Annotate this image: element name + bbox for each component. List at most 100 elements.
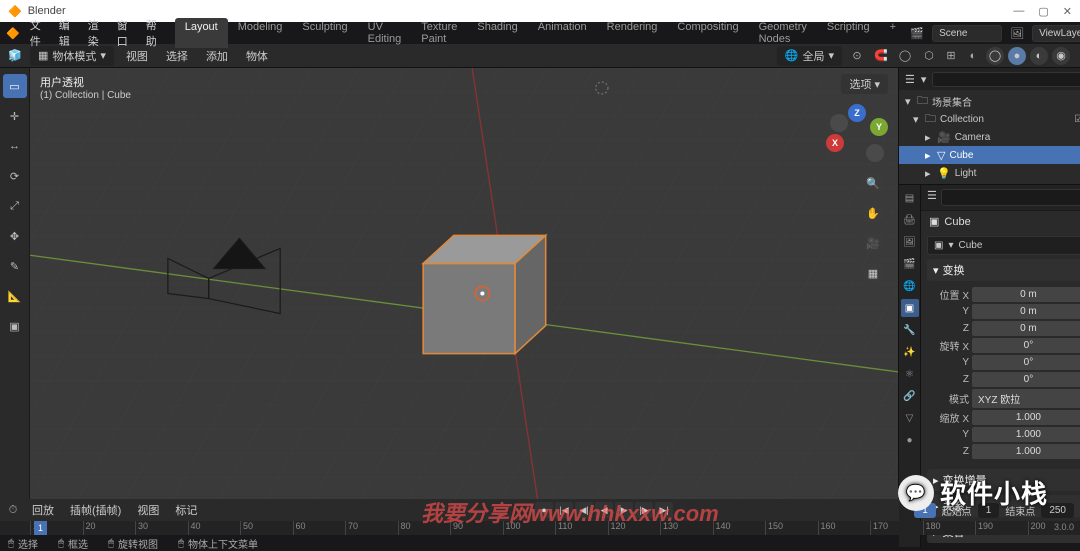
prop-tab-constraints[interactable]: 🔗 [901, 387, 919, 405]
pivot-icon[interactable]: ⊙ [848, 47, 866, 65]
scale-z-input[interactable]: 1.000 [972, 444, 1080, 459]
display-mode-icon[interactable]: ▾ [921, 73, 927, 86]
tree-scene-collection[interactable]: ▾🗀 场景集合 [899, 92, 1080, 110]
options-dropdown[interactable]: 选项 ▾ [841, 74, 888, 94]
overlay-toggle-icon[interactable]: ⊞ [942, 47, 960, 65]
outliner-search-input[interactable] [932, 72, 1080, 87]
tool-scale[interactable]: ⤢ [3, 194, 27, 218]
axis-x[interactable]: X [826, 134, 844, 152]
prop-tab-viewlayer[interactable]: 🖼 [901, 233, 919, 251]
prop-tab-render[interactable]: ▤ [901, 189, 919, 207]
tool-rotate[interactable]: ⟳ [3, 164, 27, 188]
menu-view[interactable]: 视图 [120, 46, 154, 66]
tab-modeling[interactable]: Modeling [228, 18, 293, 48]
tab-compositing[interactable]: Compositing [667, 18, 748, 48]
camera-view-icon[interactable]: 🎥 [862, 232, 884, 254]
outliner-type-icon[interactable]: ☰ [905, 73, 915, 86]
object-datablock[interactable]: ▣▾ Cube [927, 236, 1080, 255]
app-icon: 🔶 [8, 5, 22, 18]
toolbar-3d: ▭ ✛ ↔ ⟳ ⤢ ✥ ✎ 📐 ▣ [0, 68, 30, 499]
tool-add-cube[interactable]: ▣ [3, 314, 27, 338]
pan-icon[interactable]: ✋ [862, 202, 884, 224]
tab-scripting[interactable]: Scripting [817, 18, 880, 48]
prop-tab-scene[interactable]: 🎬 [901, 255, 919, 273]
loc-x-input[interactable]: 0 m [972, 287, 1080, 302]
navigation-gizmo[interactable]: Z Y X [826, 104, 888, 166]
workspace-tabs: Layout Modeling Sculpting UV Editing Tex… [175, 18, 906, 48]
scale-x-input[interactable]: 1.000 [972, 410, 1080, 425]
xray-icon[interactable]: ◐ [964, 47, 982, 65]
scene-name-input[interactable] [932, 25, 1002, 42]
tab-animation[interactable]: Animation [528, 18, 597, 48]
loc-y-input[interactable]: 0 m [972, 304, 1080, 319]
tab-shading[interactable]: Shading [467, 18, 527, 48]
menu-select[interactable]: 选择 [160, 46, 194, 66]
tab-sculpting[interactable]: Sculpting [292, 18, 357, 48]
panel-transform-header[interactable]: ▾变换 [927, 259, 1080, 281]
tab-layout[interactable]: Layout [175, 18, 228, 48]
menu-add[interactable]: 添加 [200, 46, 234, 66]
axis-z[interactable]: Z [848, 104, 866, 122]
rotation-mode-select[interactable]: XYZ 欧拉 [972, 389, 1080, 408]
tree-item-cube[interactable]: ▸▽ Cube👁 📷 [899, 146, 1080, 164]
playhead[interactable]: 1 [34, 521, 47, 535]
prop-tab-object[interactable]: ▣ [901, 299, 919, 317]
prop-tab-particles[interactable]: ✨ [901, 343, 919, 361]
tree-item-light[interactable]: ▸💡 Light👁 📷 [899, 164, 1080, 182]
close-button[interactable]: ✕ [1063, 5, 1072, 18]
viewlayer-input[interactable] [1032, 25, 1080, 42]
tab-geometry-nodes[interactable]: Geometry Nodes [749, 18, 817, 48]
shading-rendered[interactable]: ◉ [1052, 47, 1070, 65]
tool-annotate[interactable]: ✎ [3, 254, 27, 278]
orientation-selector[interactable]: 🌐 全局 ▾ [777, 46, 842, 66]
tree-item-camera[interactable]: ▸🎥 Camera👁 📷 [899, 128, 1080, 146]
rot-z-input[interactable]: 0° [972, 372, 1080, 387]
tl-keying[interactable]: 插帧(插帧) [64, 500, 127, 520]
proportional-icon[interactable]: ◯ [896, 47, 914, 65]
viewport-nav-stack: 🔍 ✋ 🎥 ▦ [862, 172, 884, 284]
tab-rendering[interactable]: Rendering [597, 18, 668, 48]
shading-material[interactable]: ◐ [1030, 47, 1048, 65]
properties-search-input[interactable] [941, 189, 1080, 206]
tree-collection[interactable]: ▾🗀 Collection☑ 👁 📷 [899, 110, 1080, 128]
tool-select-box[interactable]: ▭ [3, 74, 27, 98]
axis-neg-y[interactable] [830, 114, 848, 132]
prop-tab-output[interactable]: 🖨 [901, 211, 919, 229]
prop-tab-physics[interactable]: ⚛ [901, 365, 919, 383]
prop-tab-world[interactable]: 🌐 [901, 277, 919, 295]
chevron-down-icon: ▾ [828, 49, 834, 62]
tl-playback[interactable]: 回放 [26, 500, 60, 520]
timeline-type-icon[interactable]: ⏱ [4, 501, 22, 519]
axis-y[interactable]: Y [870, 118, 888, 136]
rot-x-input[interactable]: 0° [972, 338, 1080, 353]
mode-selector[interactable]: ▦ 物体模式 ▾ [30, 46, 114, 66]
gizmo-toggle-icon[interactable]: ⬡ [920, 47, 938, 65]
tab-uv-editing[interactable]: UV Editing [358, 18, 412, 48]
rot-y-input[interactable]: 0° [972, 355, 1080, 370]
snap-icon[interactable]: 🧲 [872, 47, 890, 65]
tool-cursor[interactable]: ✛ [3, 104, 27, 128]
tab-texture-paint[interactable]: Texture Paint [411, 18, 467, 48]
prop-tab-modifiers[interactable]: 🔧 [901, 321, 919, 339]
perspective-toggle-icon[interactable]: ▦ [862, 262, 884, 284]
prop-tab-material[interactable]: ● [901, 431, 919, 449]
prop-tab-data[interactable]: ▽ [901, 409, 919, 427]
prop-editor-icon[interactable]: ☰ [927, 189, 937, 206]
shading-solid[interactable]: ● [1008, 47, 1026, 65]
menu-object[interactable]: 物体 [240, 46, 274, 66]
maximize-button[interactable]: ▢ [1038, 5, 1048, 18]
tool-transform[interactable]: ✥ [3, 224, 27, 248]
tab-add[interactable]: + [880, 18, 906, 48]
tl-marker[interactable]: 标记 [169, 500, 203, 520]
zoom-icon[interactable]: 🔍 [862, 172, 884, 194]
minimize-button[interactable]: — [1013, 5, 1024, 18]
editor-type-icon[interactable]: 🧊 [6, 47, 24, 65]
tl-view[interactable]: 视图 [131, 500, 165, 520]
shading-wireframe[interactable]: ◯ [986, 47, 1004, 65]
tool-measure[interactable]: 📐 [3, 284, 27, 308]
loc-z-input[interactable]: 0 m [972, 321, 1080, 336]
tool-move[interactable]: ↔ [3, 134, 27, 158]
axis-neg-z[interactable] [866, 144, 884, 162]
viewport-3d[interactable]: 用户透视 (1) Collection | Cube 选项 ▾ Z Y X 🔍 … [30, 68, 898, 499]
scale-y-input[interactable]: 1.000 [972, 427, 1080, 442]
